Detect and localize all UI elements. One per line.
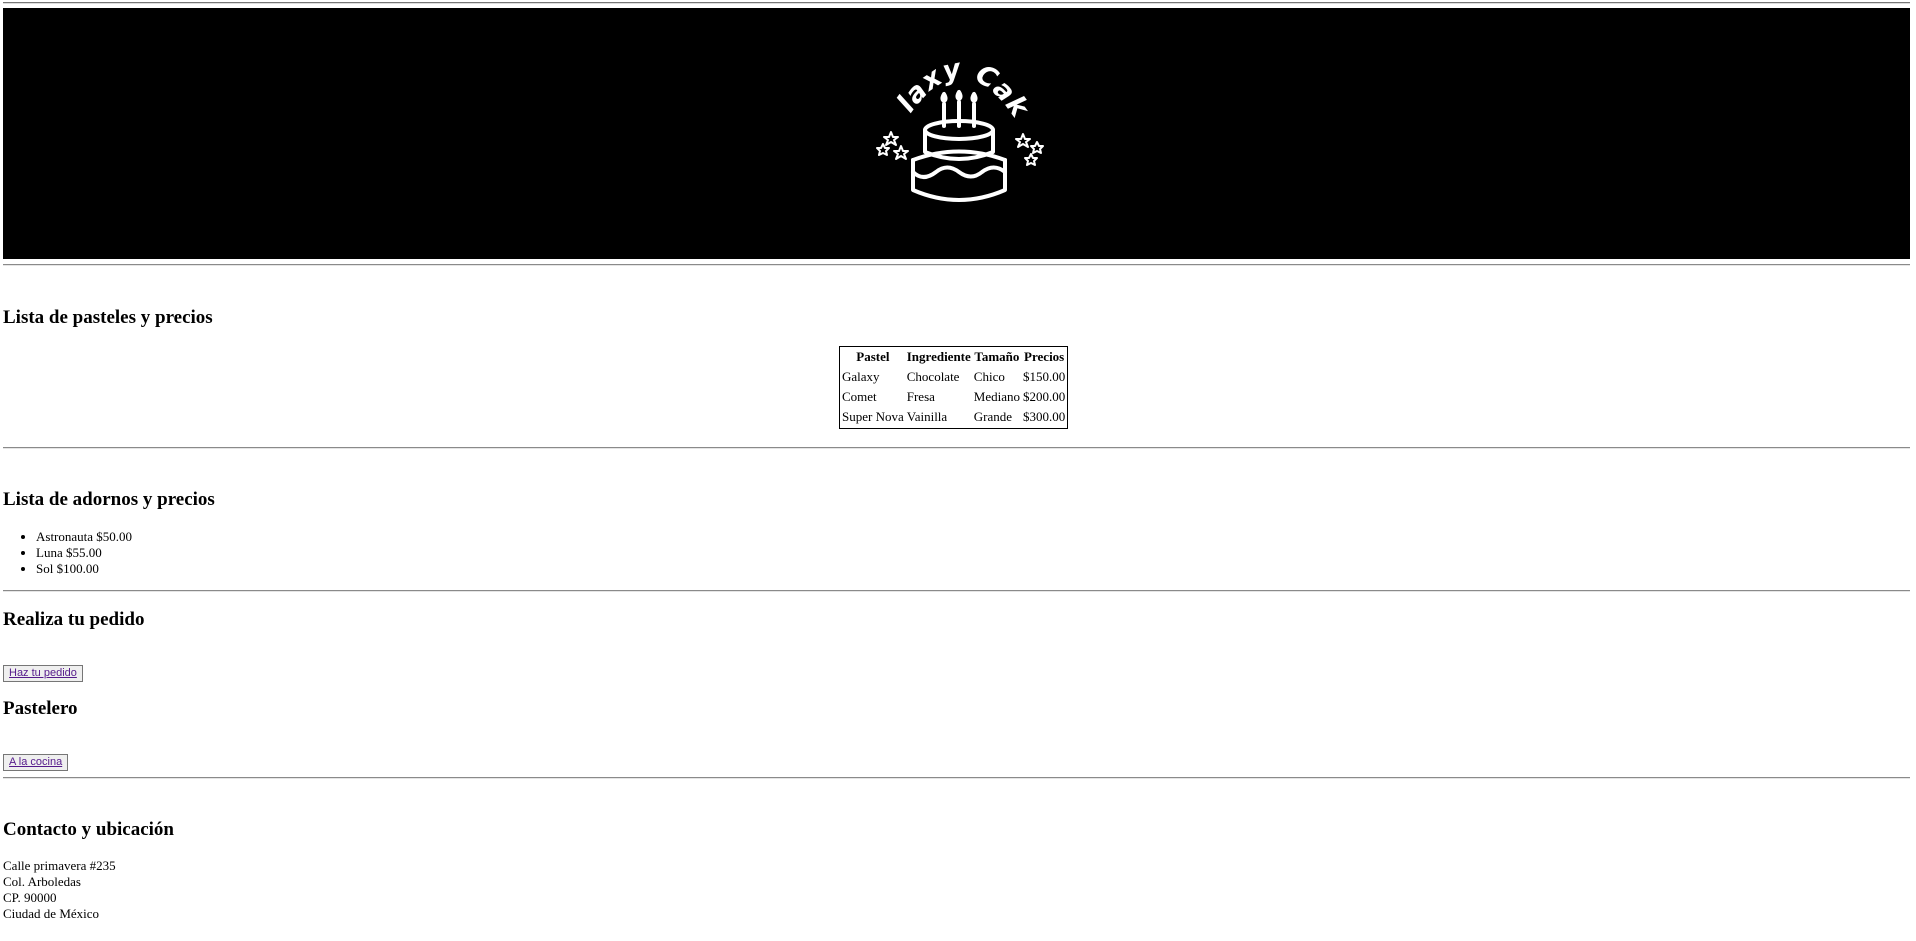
divider	[3, 590, 1910, 592]
table-cell: Chocolate	[906, 369, 960, 384]
table-cell: Comet	[842, 389, 877, 404]
page: Galaxy Cakes	[0, 0, 1916, 941]
table-cell: $200.00	[1023, 389, 1066, 404]
divider	[3, 777, 1910, 779]
address-line: CP. 90000	[3, 890, 57, 905]
list-item: Astronauta $50.00	[36, 529, 132, 545]
column-header: Precios	[1024, 349, 1065, 364]
contact-heading: Contacto y ubicación	[3, 819, 174, 840]
table-cell: Super Nova	[842, 409, 904, 424]
ornaments-heading: Lista de adornos y precios	[3, 489, 215, 510]
address-block: Calle primavera #235 Col. Arboledas CP. …	[3, 858, 116, 922]
ornaments-list: Astronauta $50.00 Luna $55.00 Sol $100.0…	[3, 529, 132, 577]
table-cell: $150.00	[1023, 369, 1066, 384]
table-row: Super Nova Vainilla Grande $300.00	[841, 408, 1066, 427]
divider	[3, 447, 1910, 449]
cakes-heading: Lista de pasteles y precios	[3, 307, 213, 328]
list-item: Luna $55.00	[36, 545, 132, 561]
address-line: Ciudad de México	[3, 906, 100, 921]
table-cell: Grande	[973, 409, 1013, 424]
place-order-button[interactable]: Haz tu pedido	[3, 665, 83, 682]
table-cell: Galaxy	[842, 369, 880, 384]
banner: Galaxy Cakes	[3, 8, 1910, 259]
cake-icon	[911, 90, 1007, 202]
column-header: Pastel	[856, 349, 890, 364]
galaxy-cakes-logo: Galaxy Cakes	[871, 48, 1044, 202]
baker-heading: Pastelero	[3, 698, 78, 719]
list-item: Sol $100.00	[36, 561, 132, 577]
table-cell: Mediano	[973, 389, 1021, 404]
top-divider	[3, 2, 1910, 4]
column-header: Ingrediente	[906, 349, 971, 364]
kitchen-button[interactable]: A la cocina	[3, 754, 69, 771]
table-header-row: Pastel Ingrediente Tamaño Precios	[841, 348, 1066, 367]
divider	[3, 264, 1910, 266]
table-row: Comet Fresa Mediano $200.00	[841, 388, 1066, 407]
order-heading: Realiza tu pedido	[3, 609, 145, 630]
table-cell: Vainilla	[906, 409, 948, 424]
svg-text:Galaxy Cakes: Galaxy Cakes	[871, 48, 1036, 125]
address-line: Col. Arboledas	[3, 874, 81, 889]
table-row: Galaxy Chocolate Chico $150.00	[841, 368, 1066, 387]
cakes-price-table: Pastel Ingrediente Tamaño Precios Galaxy…	[839, 346, 1069, 429]
table-cell: Chico	[973, 369, 1005, 384]
logo-text: Galaxy Cakes	[871, 48, 1035, 125]
table-cell: Fresa	[906, 389, 935, 404]
column-header: Tamaño	[974, 349, 1020, 364]
table-cell: $300.00	[1023, 409, 1066, 424]
address-line: Calle primavera #235	[3, 858, 116, 873]
